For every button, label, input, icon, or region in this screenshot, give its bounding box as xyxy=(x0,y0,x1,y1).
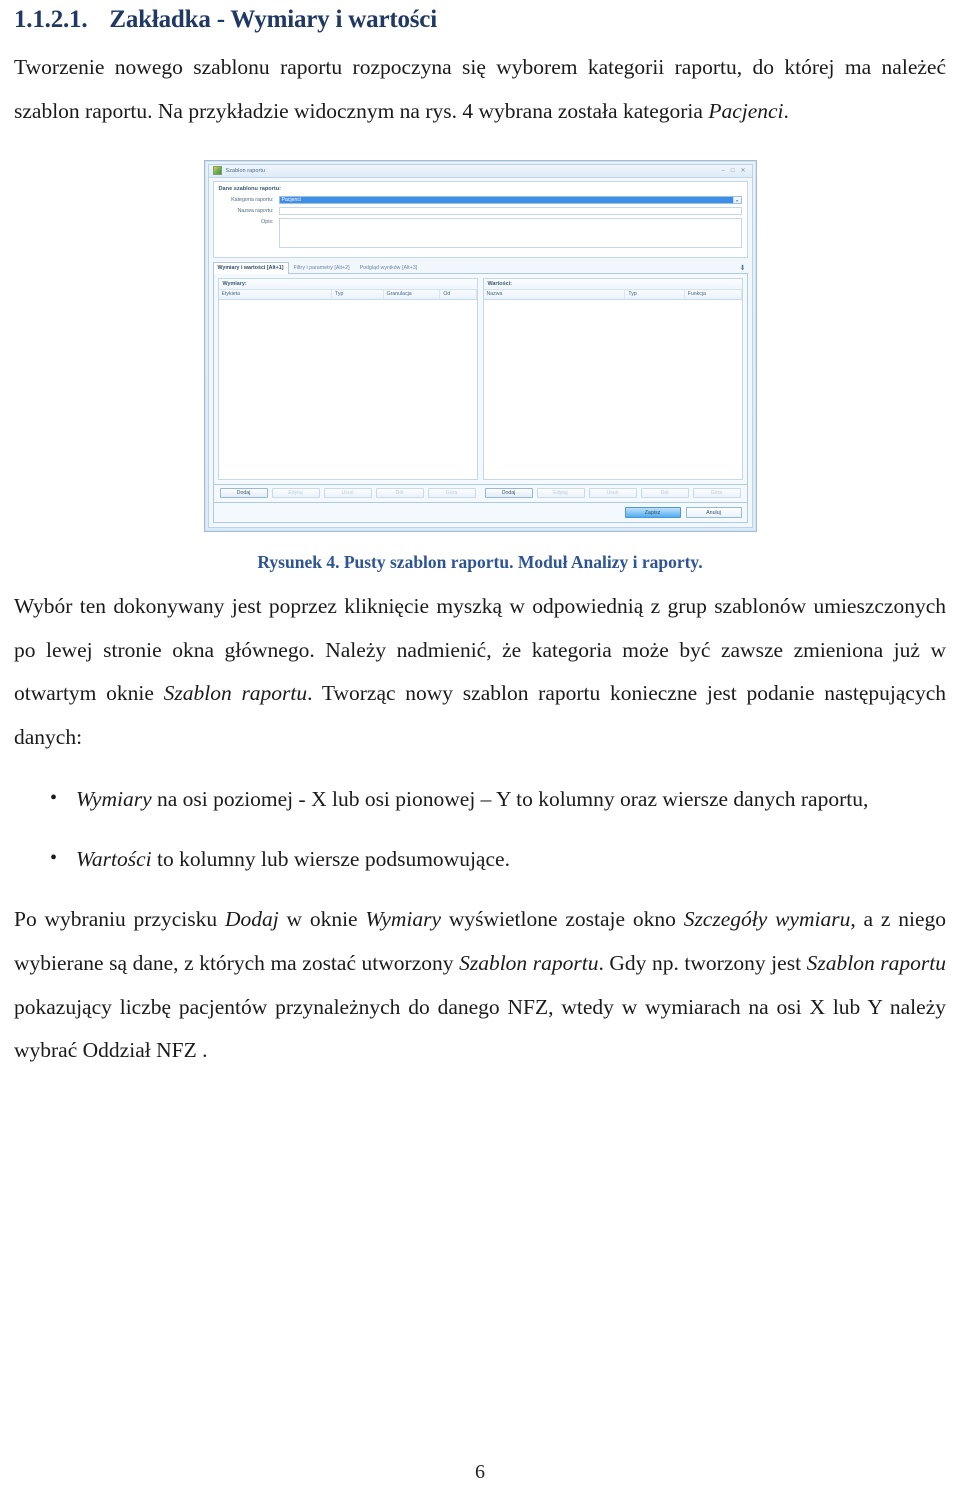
description-textarea[interactable] xyxy=(278,217,742,248)
pane-wartosci-rows[interactable] xyxy=(483,299,742,479)
cancel-button[interactable]: Anuluj xyxy=(685,506,742,518)
category-value: Pacjenci xyxy=(279,196,733,203)
app-window-inner: Szablon raportu – □ ✕ Dane szablonu rapo… xyxy=(207,163,753,528)
wartosci-dol-button[interactable]: Dół xyxy=(640,487,689,498)
wymiary-dodaj-button[interactable]: Dodaj xyxy=(219,487,268,498)
column-header-od[interactable]: Od xyxy=(440,289,477,299)
figure-container: Szablon raportu – □ ✕ Dane szablonu rapo… xyxy=(10,159,950,532)
pane-wymiary-header: Etykieta Typ Granulacja Od xyxy=(218,289,477,300)
final-emphasis-dodaj: Dodaj xyxy=(224,906,279,931)
bullet-marker: • xyxy=(50,787,58,810)
tab-filtry-i-parametry[interactable]: Filtry i parametry [Alt+2] xyxy=(289,262,355,273)
group-title: Dane szablonu raportu: xyxy=(218,185,281,192)
minimize-icon[interactable]: – xyxy=(722,168,725,174)
final-emphasis-szablon-1: Szablon raportu xyxy=(459,950,599,975)
final-text-a: Po wybraniu przycisku xyxy=(14,906,225,931)
application-icon xyxy=(212,166,222,176)
description-label: Opis: xyxy=(261,218,274,225)
category-combo[interactable]: Pacjenci ▾ xyxy=(278,195,742,204)
bullet-marker: • xyxy=(50,847,58,870)
heading-number: 1.1.2.1. xyxy=(14,6,88,33)
chevron-down-icon[interactable]: ▾ xyxy=(732,196,741,203)
paragraph-final: Po wybraniu przycisku Dodaj w oknie Wymi… xyxy=(14,898,946,1073)
window-controls: – □ ✕ xyxy=(722,168,748,174)
form-row-category: Kategoria raportu: Pacjenci ▾ xyxy=(219,195,742,204)
final-emphasis-wymiary: Wymiary xyxy=(365,906,442,931)
wartosci-edytuj-button[interactable]: Edytuj xyxy=(536,487,585,498)
bullet-text-wartosci: Wartości to kolumny lub wiersze podsumow… xyxy=(76,838,946,882)
bullet-emphasis-wartosci: Wartości xyxy=(76,847,152,872)
final-text-c: wyświetlone zostaje okno xyxy=(441,906,684,931)
panes-container: Wymiary: Etykieta Typ Granulacja Od Wart… xyxy=(212,273,748,485)
after-fig-emphasis-szablon: Szablon raportu xyxy=(163,681,308,706)
column-header-nazwa[interactable]: Nazwa xyxy=(484,289,626,299)
column-header-typ-2[interactable]: Typ xyxy=(625,289,685,299)
figure-caption: Rysunek 4. Pusty szablon raportu. Moduł … xyxy=(257,551,703,572)
intro-emphasis-pacjenci: Pacjenci xyxy=(708,98,784,123)
wymiary-button-group: Dodaj Edytuj Usuń Dół Góra xyxy=(218,485,478,498)
form-row-description: Opis: xyxy=(219,217,742,248)
final-emphasis-szablon-2: Szablon raportu xyxy=(806,950,946,975)
report-name-input[interactable] xyxy=(278,206,742,215)
pane-wymiary: Wymiary: Etykieta Typ Granulacja Od xyxy=(217,277,478,480)
column-header-typ[interactable]: Typ xyxy=(332,289,384,299)
bullet-body-wymiary: na osi poziomej - X lub osi pionowej – Y… xyxy=(151,787,869,812)
bullet-list: • Wymiary na osi poziomej - X lub osi pi… xyxy=(10,778,950,882)
document-page: 1.1.2.1. Zakładka - Wymiary i wartości T… xyxy=(0,0,960,1508)
page-title: 1.1.2.1. Zakładka - Wymiary i wartości xyxy=(14,6,950,34)
wartosci-button-group: Dodaj Edytuj Usuń Dół Góra xyxy=(483,485,743,498)
bullet-body-wartosci: to kolumny lub wiersze podsumowujące. xyxy=(151,847,510,872)
tab-podglad-wynikow[interactable]: Podgląd wyników [Alt+3] xyxy=(355,262,423,273)
wymiary-edytuj-button[interactable]: Edytuj xyxy=(271,487,320,498)
page-number: 6 xyxy=(475,1461,485,1483)
column-header-granulacja[interactable]: Granulacja xyxy=(384,289,441,299)
wartosci-gora-button[interactable]: Góra xyxy=(692,487,741,498)
chevron-down-icon[interactable]: ⬇ xyxy=(740,265,746,272)
bullet-emphasis-wymiary: Wymiary xyxy=(76,787,152,812)
pane-wymiary-title: Wymiary: xyxy=(218,278,477,290)
heading-text: Zakładka - Wymiary i wartości xyxy=(109,6,437,33)
close-icon[interactable]: ✕ xyxy=(740,168,745,174)
window-title: Szablon raportu xyxy=(225,167,266,174)
window-footer: Zapisz Anuluj xyxy=(212,502,748,523)
maximize-icon[interactable]: □ xyxy=(731,168,735,174)
window-titlebar: Szablon raportu – □ ✕ xyxy=(208,164,752,178)
wymiary-usun-button[interactable]: Usuń xyxy=(323,487,372,498)
pane-button-rows: Dodaj Edytuj Usuń Dół Góra Dodaj Edytuj … xyxy=(212,484,748,503)
intro-text-a: Tworzenie nowego szablonu raportu rozpoc… xyxy=(14,55,946,123)
pane-wartosci-header: Nazwa Typ Funkcja xyxy=(483,289,742,300)
column-header-etykieta[interactable]: Etykieta xyxy=(219,289,333,299)
bullet-text-wymiary: Wymiary na osi poziomej - X lub osi pion… xyxy=(76,778,946,822)
wymiary-gora-button[interactable]: Góra xyxy=(427,487,476,498)
tabstrip: Wymiary i wartości [Alt+1] Filtry i para… xyxy=(212,261,748,274)
intro-text-end: . xyxy=(783,98,789,123)
column-header-funkcja[interactable]: Funkcja xyxy=(685,289,742,299)
app-window-screenshot: Szablon raportu – □ ✕ Dane szablonu rapo… xyxy=(203,159,757,532)
wymiary-dol-button[interactable]: Dół xyxy=(375,487,424,498)
report-template-data-group: Dane szablonu raportu: Kategoria raportu… xyxy=(212,180,748,258)
final-text-e: . Gdy np. tworzony jest xyxy=(598,950,807,975)
list-item: • Wymiary na osi poziomej - X lub osi pi… xyxy=(50,778,946,822)
paragraph-intro: Tworzenie nowego szablonu raportu rozpoc… xyxy=(14,46,946,134)
final-emphasis-szczegoly: Szczegóły wymiaru xyxy=(683,906,851,931)
save-button[interactable]: Zapisz xyxy=(624,506,681,518)
final-text-f: pokazujący liczbę pacjentów przynależnyc… xyxy=(14,994,946,1063)
pane-wymiary-rows[interactable] xyxy=(218,299,477,479)
pane-wartosci-title: Wartości: xyxy=(483,278,742,290)
tab-wymiary-i-wartosci[interactable]: Wymiary i wartości [Alt+1] xyxy=(212,261,289,274)
final-text-b: w oknie xyxy=(278,906,366,931)
form-row-name: Nazwa raportu: xyxy=(219,206,742,215)
category-label: Kategoria raportu: xyxy=(231,196,274,203)
wartosci-dodaj-button[interactable]: Dodaj xyxy=(484,487,533,498)
wartosci-usun-button[interactable]: Usuń xyxy=(588,487,637,498)
name-label: Nazwa raportu: xyxy=(237,207,274,214)
pane-wartosci: Wartości: Nazwa Typ Funkcja xyxy=(482,277,743,480)
list-item: • Wartości to kolumny lub wiersze podsum… xyxy=(50,838,946,882)
paragraph-after-figure: Wybór ten dokonywany jest poprzez klikni… xyxy=(14,585,946,760)
